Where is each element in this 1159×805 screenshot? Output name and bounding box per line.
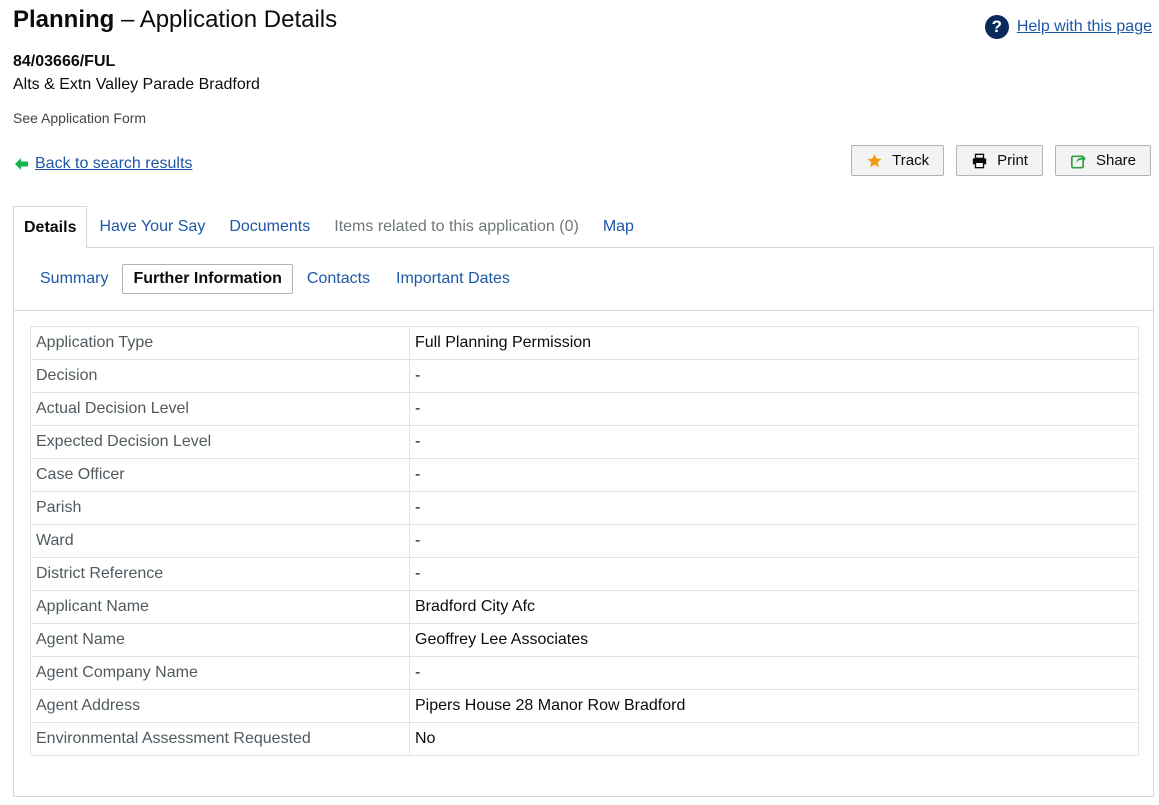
track-label: Track	[892, 152, 930, 169]
field-value: Geoffrey Lee Associates	[409, 623, 1139, 657]
page-title: Planning – Application Details	[13, 4, 337, 36]
field-label: Application Type	[30, 326, 410, 360]
field-label: Agent Address	[30, 689, 410, 723]
table-row: Environmental Assessment Requested No	[30, 722, 1139, 756]
table-row: Agent Address Pipers House 28 Manor Row B…	[30, 689, 1139, 723]
tab-map[interactable]: Map	[591, 206, 646, 248]
further-information-table: Application Type Full Planning Permission…	[30, 326, 1139, 756]
table-row: Agent Company Name -	[30, 656, 1139, 690]
subtab-summary[interactable]: Summary	[28, 264, 120, 294]
field-value: -	[409, 392, 1139, 426]
help-link-group[interactable]: ? Help with this page	[984, 15, 1152, 39]
application-reference: 84/03666/FUL	[13, 53, 116, 70]
printer-icon	[972, 153, 987, 168]
table-row: Expected Decision Level -	[30, 425, 1139, 459]
field-label: Environmental Assessment Requested	[30, 722, 410, 756]
track-button[interactable]: Track	[851, 145, 945, 176]
star-icon	[867, 153, 882, 167]
subtab-contacts[interactable]: Contacts	[295, 264, 382, 294]
field-value: Full Planning Permission	[409, 326, 1139, 360]
field-value: -	[409, 656, 1139, 690]
subtab-important-dates[interactable]: Important Dates	[384, 264, 522, 294]
field-label: Decision	[30, 359, 410, 393]
field-label: Agent Name	[30, 623, 410, 657]
table-row: Agent Name Geoffrey Lee Associates	[30, 623, 1139, 657]
print-label: Print	[997, 152, 1028, 169]
main-tabs: Details Have Your Say Documents Items re…	[13, 206, 646, 249]
action-buttons: Track Print Share	[851, 145, 1151, 176]
print-button[interactable]: Print	[956, 145, 1043, 176]
back-to-results[interactable]: Back to search results	[15, 155, 192, 173]
arrow-left-icon	[15, 158, 28, 170]
table-row: Application Type Full Planning Permission	[30, 326, 1139, 360]
share-icon	[1070, 154, 1086, 168]
field-label: Parish	[30, 491, 410, 525]
tab-have-your-say[interactable]: Have Your Say	[87, 206, 217, 248]
table-row: District Reference -	[30, 557, 1139, 591]
table-row: Decision -	[30, 359, 1139, 393]
tab-details[interactable]: Details	[13, 206, 88, 249]
subtab-further-information[interactable]: Further Information	[122, 264, 293, 294]
table-row: Actual Decision Level -	[30, 392, 1139, 426]
field-value: Pipers House 28 Manor Row Bradford	[409, 689, 1139, 723]
field-label: Ward	[30, 524, 410, 558]
sub-tabs: Summary Further Information Contacts Imp…	[14, 248, 1153, 311]
field-value: Bradford City Afc	[409, 590, 1139, 624]
table-row: Parish -	[30, 491, 1139, 525]
share-label: Share	[1095, 152, 1136, 169]
field-value: -	[409, 359, 1139, 393]
field-value: -	[409, 458, 1139, 492]
help-icon[interactable]: ?	[984, 15, 1009, 39]
tab-related-items: Items related to this application (0)	[334, 218, 579, 235]
field-label: Expected Decision Level	[30, 425, 410, 459]
field-label: Case Officer	[30, 458, 410, 492]
table-row: Applicant Name Bradford City Afc	[30, 590, 1139, 624]
tab-documents[interactable]: Documents	[217, 206, 322, 248]
field-value: -	[409, 491, 1139, 525]
application-description: Alts & Extn Valley Parade Bradford	[13, 76, 260, 93]
field-label: District Reference	[30, 557, 410, 591]
field-value: -	[409, 524, 1139, 558]
page-title-rest: – Application Details	[114, 6, 338, 33]
field-label: Applicant Name	[30, 590, 410, 624]
field-value: No	[409, 722, 1139, 756]
field-label: Agent Company Name	[30, 656, 410, 690]
field-value: -	[409, 557, 1139, 591]
see-application-form: See Application Form	[13, 110, 147, 126]
details-panel: Summary Further Information Contacts Imp…	[13, 247, 1154, 797]
back-link[interactable]: Back to search results	[35, 155, 192, 173]
share-button[interactable]: Share	[1054, 145, 1151, 176]
page-title-strong: Planning	[13, 6, 115, 33]
field-value: -	[409, 425, 1139, 459]
field-label: Actual Decision Level	[30, 392, 410, 426]
table-row: Case Officer -	[30, 458, 1139, 492]
table-row: Ward -	[30, 524, 1139, 558]
help-link[interactable]: Help with this page	[1017, 18, 1152, 36]
